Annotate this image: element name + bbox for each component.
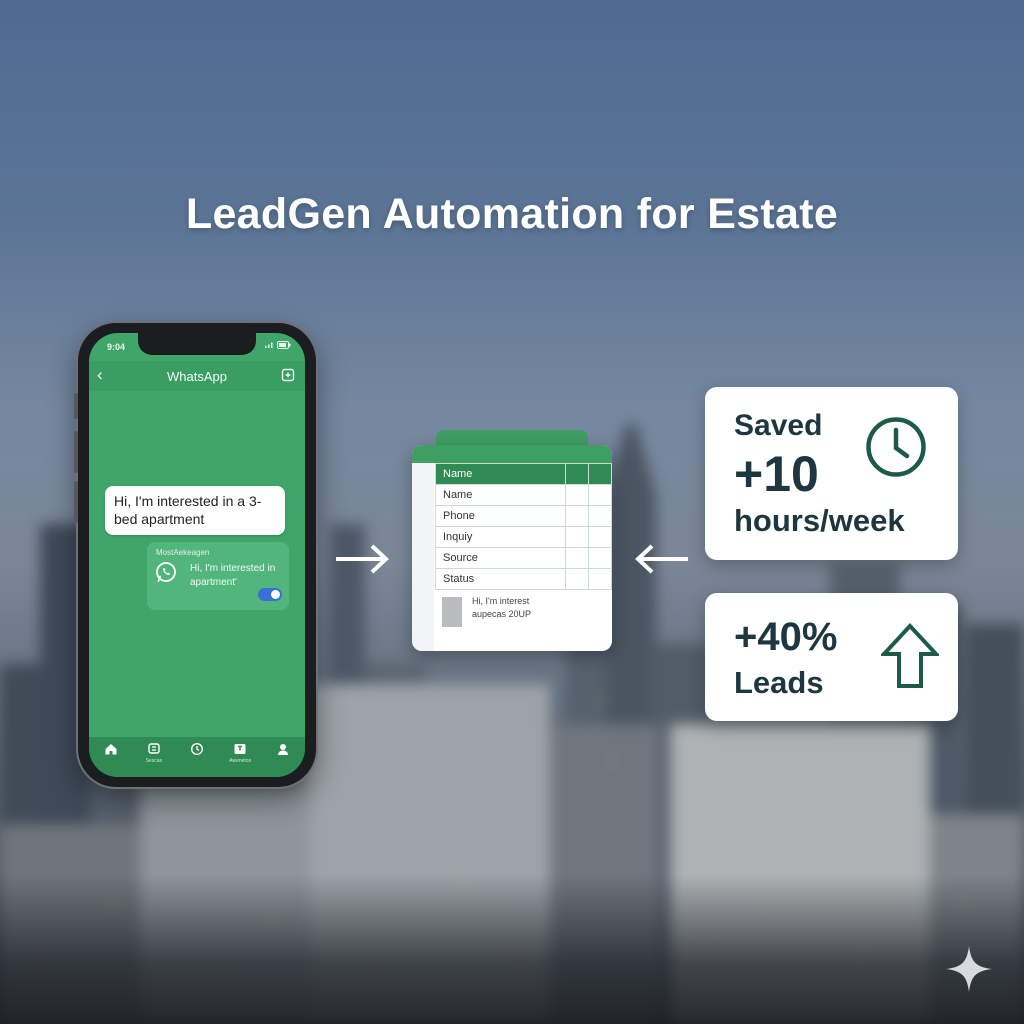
message-text: Hi, I'm interested in apartment' [190,563,276,588]
field-label: Source [435,547,566,569]
home-icon [105,744,117,755]
incoming-message: Hi, I'm interested in a 3-bed apartment [105,486,285,535]
time-saved-card: Saved +10 hours/week [705,387,958,560]
time-saved-label: Saved [734,409,823,442]
chats-icon [148,743,160,754]
lead-table: Name Name Phone Inquiy Source Status [435,463,612,590]
nav-archive[interactable]: Awenetos [226,742,254,772]
time-saved-value: +10 [734,446,819,502]
table-header-row: Name [435,463,612,485]
auto-reply-toggle[interactable] [258,588,282,601]
message-sender: MostAekeagen [156,548,210,557]
outgoing-message: MostAekeagen Hi, I'm interested in apart… [147,542,289,610]
table-row: Source [435,547,612,569]
table-row: Status [435,568,612,590]
app-header: ‹ WhatsApp [89,361,305,391]
phone-mockup: 9:04 ‹ WhatsApp Hi, I'm interested in a … [74,323,316,787]
leads-label: Leads [734,665,824,700]
nav-home[interactable] [97,742,125,772]
phone-notch [138,333,256,355]
add-chat-icon[interactable] [281,368,295,382]
signal-icon [265,342,273,348]
field-label: Phone [435,505,566,527]
clock-icon [190,742,203,756]
field-label: Status [435,568,566,590]
whatsapp-icon [156,562,176,582]
status-icons [264,341,291,349]
leads-increase-card: +40% Leads [705,593,958,721]
table-row: Inquiy [435,526,612,548]
field-label: Name [435,484,566,506]
time-saved-unit: hours/week [734,503,905,538]
nav-chats[interactable]: Sescas [140,742,168,772]
page-title: LeadGen Automation for Estate [185,190,839,238]
table-header-cell: Name [435,463,566,485]
archive-icon [234,744,246,754]
lead-preview: Hi, I'm interest aupecas 20UP [472,596,532,619]
arrow-right-icon [336,544,389,574]
nav-profile[interactable] [269,742,297,772]
profile-icon [278,744,289,755]
sparkle-icon [946,946,992,992]
whatsapp-screen: 9:04 ‹ WhatsApp Hi, I'm interested in a … [89,333,305,777]
arrow-left-icon [635,544,688,574]
leads-value: +40% [734,615,838,659]
field-label: Inquiy [435,526,566,548]
lead-spreadsheet: Name Name Phone Inquiy Source Status Hi,… [412,445,612,651]
battery-icon [277,341,291,349]
app-title: WhatsApp [167,369,227,384]
lead-thumbnail [442,597,462,627]
bottom-nav: Sescas Awenetos [89,737,305,777]
table-row: Name [435,484,612,506]
status-time: 9:04 [107,342,126,352]
clock-icon [866,417,926,477]
table-row: Phone [435,505,612,527]
nav-status[interactable] [183,742,211,772]
up-arrow-icon [881,623,939,688]
